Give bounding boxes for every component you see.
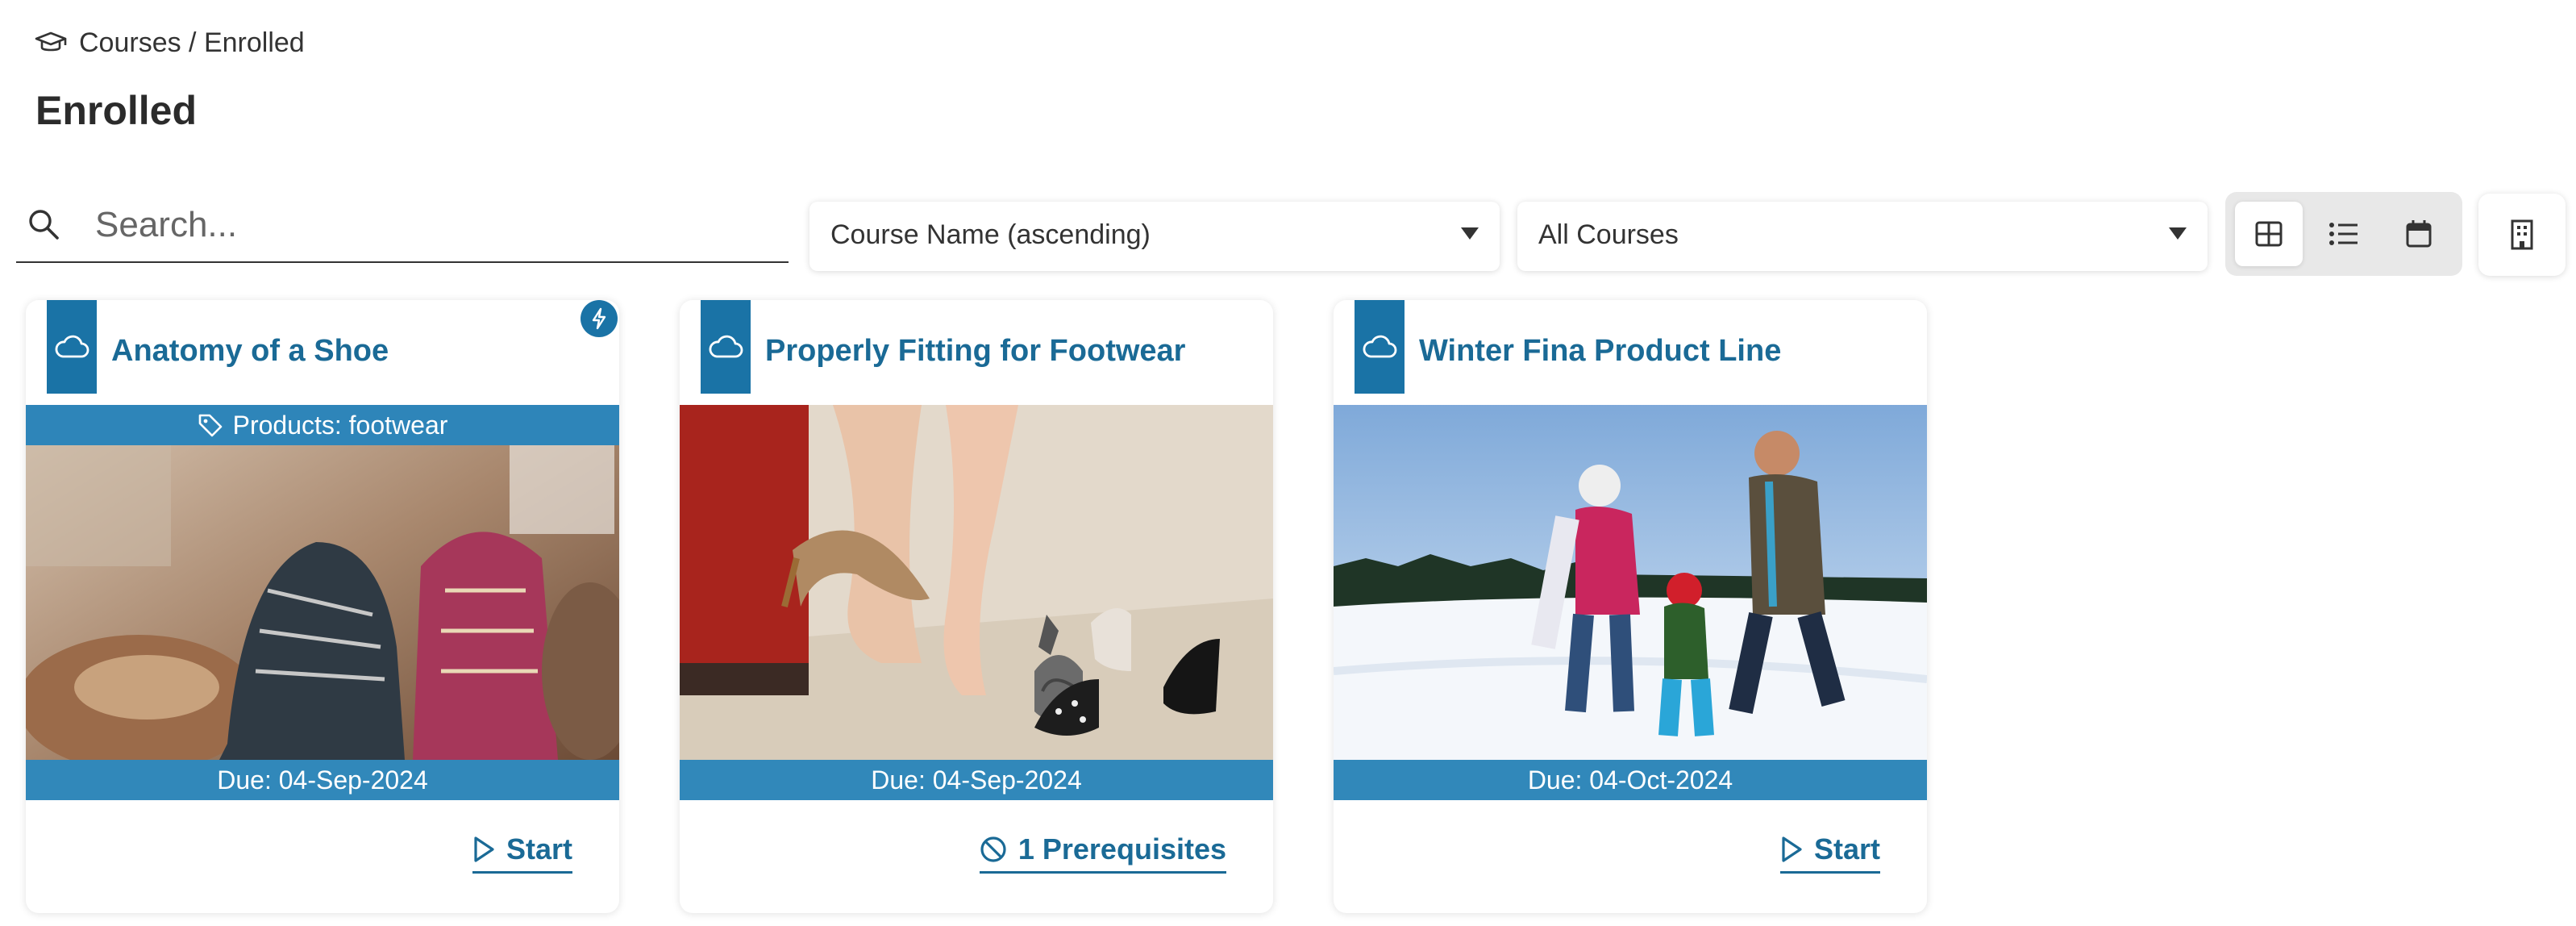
page-title: Enrolled [35,88,198,133]
tag-icon [198,412,223,438]
search-box [16,194,789,263]
course-title[interactable]: Anatomy of a Shoe [111,334,389,369]
course-tag-bar: Products: footwear [26,405,619,445]
shoes-photo [26,405,619,760]
course-type-badge [1355,300,1405,394]
caret-down-icon [2169,227,2187,240]
course-filter-value: All Courses [1538,219,1679,250]
course-tag-label: Products: footwear [232,410,448,440]
course-card[interactable]: Properly Fitting for Footwear Due: 04-Se… [680,300,1273,913]
grid-view-button[interactable] [2235,202,2303,266]
cloud-icon [1362,335,1397,359]
course-card[interactable]: Winter Fina Product Line Due: 04-Oct-202… [1334,300,1927,913]
start-button-label: Start [506,832,572,866]
play-icon [1780,836,1803,863]
building-icon [2510,219,2534,250]
cloud-icon [54,335,89,359]
graduation-cap-icon [34,31,68,56]
due-date: Due: 04-Oct-2024 [1334,760,1927,800]
cloud-icon [708,335,743,359]
calendar-icon [2405,219,2432,248]
course-type-badge [47,300,97,394]
course-type-badge [701,300,751,394]
sort-select-value: Course Name (ascending) [830,219,1151,250]
search-icon [26,206,61,242]
course-title[interactable]: Properly Fitting for Footwear [765,334,1185,369]
list-view-button[interactable] [2310,202,2378,266]
lightning-icon [581,300,618,337]
caret-down-icon [1461,227,1479,240]
due-date: Due: 04-Sep-2024 [26,760,619,800]
prerequisites-button-label: 1 Prerequisites [1017,832,1226,866]
course-title[interactable]: Winter Fina Product Line [1419,334,1781,369]
search-input[interactable] [94,198,774,252]
prerequisites-button[interactable]: 1 Prerequisites [979,832,1226,874]
start-button[interactable]: Start [1779,832,1880,874]
breadcrumb-text[interactable]: Courses / Enrolled [79,27,305,59]
course-filter-select[interactable]: All Courses [1517,202,2208,271]
list-view-icon [2328,221,2359,247]
view-toggle [2225,192,2462,276]
course-card[interactable]: Anatomy of a Shoe Products: footwear Due… [26,300,619,913]
family-in-snow-photo [1334,405,1927,760]
play-icon [472,836,495,863]
calendar-view-button[interactable] [2385,202,2453,266]
due-date: Due: 04-Sep-2024 [680,760,1273,800]
organization-button[interactable] [2478,194,2566,276]
grid-view-icon [2254,219,2283,248]
woman-trying-heels-photo [680,405,1273,760]
blocked-icon [980,836,1007,863]
start-button[interactable]: Start [472,832,572,874]
sort-select[interactable]: Course Name (ascending) [809,202,1500,271]
breadcrumb: Courses / Enrolled [34,27,305,59]
start-button-label: Start [1813,832,1880,866]
